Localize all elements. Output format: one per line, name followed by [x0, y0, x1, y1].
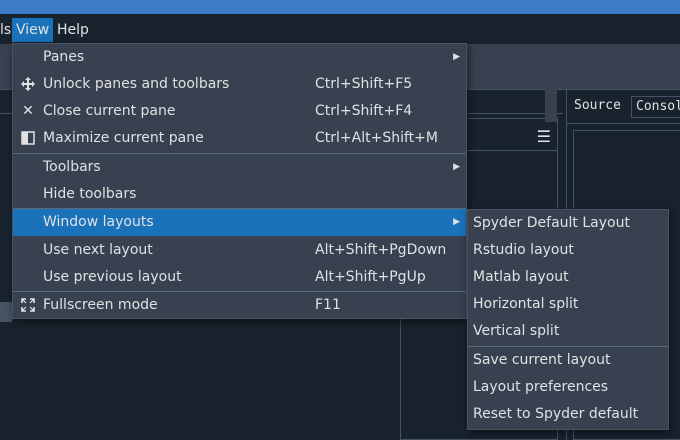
shortcut-label: Alt+Shift+PgDown — [315, 242, 447, 258]
shortcut-label: Alt+Shift+PgUp — [315, 269, 426, 285]
menu-item-panes[interactable]: Panes ▶ — [13, 44, 466, 71]
submenu-arrow-icon: ▶ — [453, 162, 460, 172]
shortcut-label: Ctrl+Shift+F4 — [315, 103, 413, 119]
hamburger-menu-icon[interactable]: ☰ — [537, 127, 551, 146]
menu-item-label: Fullscreen mode — [43, 297, 158, 313]
menu-item-label: Rstudio layout — [473, 242, 574, 258]
tab-source[interactable]: Source — [574, 98, 621, 113]
menu-item-next-layout[interactable]: Use next layout Alt+Shift+PgDown — [13, 237, 466, 264]
console-tab-bar: Source Consol — [567, 90, 680, 124]
menu-item-label: Hide toolbars — [43, 186, 137, 202]
menu-item-fullscreen[interactable]: Fullscreen mode F11 — [13, 292, 466, 319]
menu-item-label: Vertical split — [473, 323, 560, 339]
menu-item-label: Spyder Default Layout — [473, 215, 630, 231]
scrollbar[interactable] — [545, 64, 557, 122]
menu-item-hide-toolbars[interactable]: Hide toolbars — [13, 181, 466, 208]
layout-item-preferences[interactable]: Layout preferences — [468, 374, 668, 401]
menu-item-label: Horizontal split — [473, 296, 579, 312]
menu-item-label: Use next layout — [43, 242, 153, 258]
menu-item-close-pane[interactable]: ✕ Close current pane Ctrl+Shift+F4 — [13, 98, 466, 125]
window-layouts-submenu: Spyder Default Layout Rstudio layout Mat… — [467, 209, 669, 430]
menu-bar: ls View Help — [0, 14, 680, 44]
layout-item-spyder-default[interactable]: Spyder Default Layout — [468, 210, 668, 237]
shortcut-label: Ctrl+Alt+Shift+M — [315, 130, 438, 146]
submenu-arrow-icon: ▶ — [453, 217, 460, 227]
menu-item-label: Close current pane — [43, 103, 176, 119]
menu-item-label: Unlock panes and toolbars — [43, 76, 230, 92]
menu-item-toolbars[interactable]: Toolbars ▶ — [13, 154, 466, 181]
layout-item-vertical-split[interactable]: Vertical split — [468, 318, 668, 345]
view-menu: Panes ▶ Unlock panes and toolbars Ctrl+S… — [12, 43, 467, 319]
close-x-icon: ✕ — [22, 103, 34, 119]
menu-item-label: Panes — [43, 49, 85, 65]
menubar-item-tools[interactable]: ls — [0, 18, 11, 42]
menu-item-window-layouts[interactable]: Window layouts ▶ — [13, 209, 466, 236]
layout-item-horizontal-split[interactable]: Horizontal split — [468, 291, 668, 318]
menu-item-label: Maximize current pane — [43, 130, 204, 146]
move-arrows-icon — [19, 71, 37, 101]
layout-item-rstudio[interactable]: Rstudio layout — [468, 237, 668, 264]
shortcut-label: F11 — [315, 297, 341, 313]
menu-item-label: Layout preferences — [473, 379, 609, 395]
window-title-bar — [0, 0, 680, 14]
menu-item-label: Window layouts — [43, 214, 154, 230]
menu-item-unlock-panes[interactable]: Unlock panes and toolbars Ctrl+Shift+F5 — [13, 71, 466, 98]
menu-item-previous-layout[interactable]: Use previous layout Alt+Shift+PgUp — [13, 264, 466, 291]
menubar-item-view[interactable]: View — [12, 18, 54, 42]
menu-item-maximize-pane[interactable]: Maximize current pane Ctrl+Alt+Shift+M — [13, 125, 466, 152]
menubar-item-help[interactable]: Help — [57, 18, 89, 42]
layout-item-reset-default[interactable]: Reset to Spyder default — [468, 401, 668, 428]
fullscreen-icon — [19, 292, 37, 322]
shortcut-label: Ctrl+Shift+F5 — [315, 76, 413, 92]
menu-item-label: Toolbars — [43, 159, 101, 175]
menu-item-label: Use previous layout — [43, 269, 182, 285]
tab-console[interactable]: Consol — [631, 96, 680, 118]
layout-item-matlab[interactable]: Matlab layout — [468, 264, 668, 291]
menu-item-label: Reset to Spyder default — [473, 406, 639, 422]
layout-item-save-current[interactable]: Save current layout — [468, 347, 668, 374]
maximize-pane-icon — [19, 125, 37, 155]
menu-item-label: Matlab layout — [473, 269, 569, 285]
pane-handle — [0, 302, 12, 322]
menu-item-label: Save current layout — [473, 352, 611, 368]
submenu-arrow-icon: ▶ — [453, 52, 460, 62]
